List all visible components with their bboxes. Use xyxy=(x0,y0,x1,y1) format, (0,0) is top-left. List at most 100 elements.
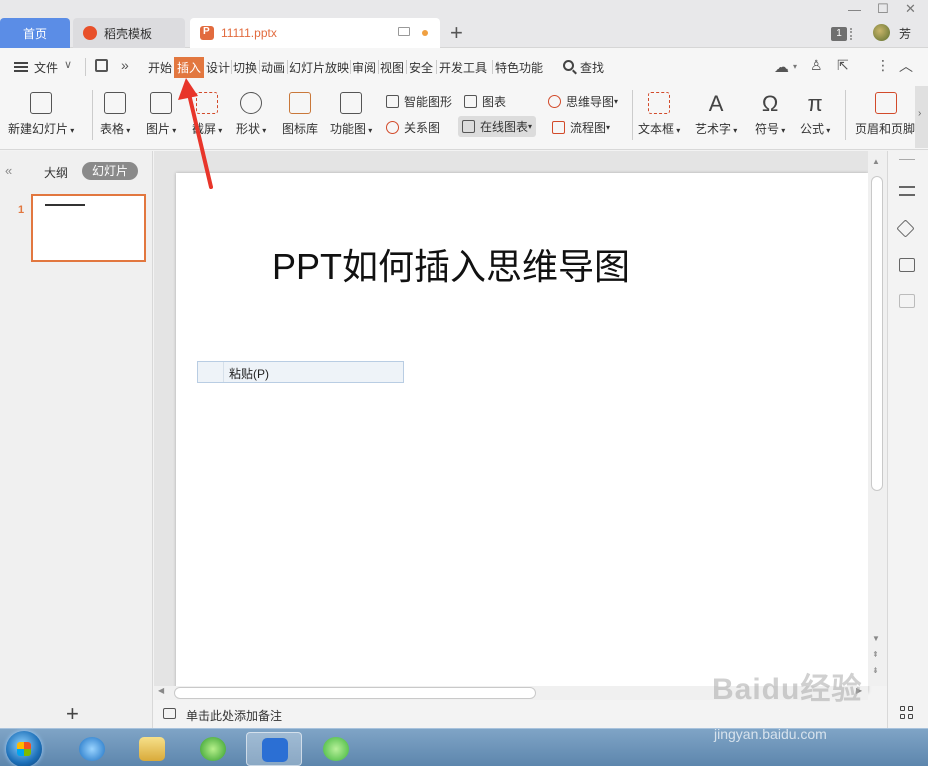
icon-library-button[interactable]: 图标库 xyxy=(282,92,318,137)
new-slide-button[interactable]: 新建幻灯片 ▾ xyxy=(8,92,74,137)
close-icon[interactable]: ✕ xyxy=(905,1,916,17)
screenshot-button[interactable]: 截屏 ▾ xyxy=(192,92,222,137)
vertical-scroll-thumb[interactable] xyxy=(871,176,883,491)
online-chart-button[interactable]: 在线图表 ▾ xyxy=(458,116,537,137)
scroll-left-icon[interactable]: ◀ xyxy=(158,686,164,695)
search-icon[interactable] xyxy=(563,60,574,71)
maximize-icon[interactable]: ☐ xyxy=(877,1,889,17)
scroll-up-icon[interactable]: ▲ xyxy=(872,157,880,166)
relation-chart-button[interactable]: 关系图 xyxy=(386,119,440,136)
grid-view-icon[interactable] xyxy=(900,706,914,720)
textbox-button[interactable]: 文本框 ▾ xyxy=(638,92,680,137)
slide[interactable]: PPT如何插入思维导图 粘贴(P) xyxy=(176,173,868,693)
file-menu[interactable]: 文件 xyxy=(34,59,58,76)
slide-thumbnail[interactable] xyxy=(31,194,146,262)
next-slide-icon[interactable]: ⇟ xyxy=(872,666,879,675)
export-icon[interactable]: ⇱ xyxy=(837,57,849,74)
menu-slideshow[interactable]: 幻灯片放映 xyxy=(289,59,349,76)
tab-document[interactable]: 11111.pptx xyxy=(190,18,440,48)
menu-design[interactable]: 设计 xyxy=(206,59,230,76)
taskbar-ie[interactable] xyxy=(64,732,120,766)
search-button[interactable]: 查找 xyxy=(580,59,604,76)
share-user-icon[interactable]: ♙ xyxy=(810,57,823,74)
divider xyxy=(85,58,86,76)
cloud-dropdown-icon[interactable]: ▾ xyxy=(793,62,797,71)
tab-home[interactable]: 首页 xyxy=(0,18,70,48)
header-footer-label: 页眉和页脚 xyxy=(855,122,915,136)
minimize-icon[interactable]: — xyxy=(848,2,861,17)
cloud-sync-icon[interactable]: ☁ xyxy=(774,58,789,76)
display-icon[interactable] xyxy=(398,27,410,36)
menu-insert[interactable]: 插入 xyxy=(174,57,205,78)
cube-icon[interactable] xyxy=(899,294,915,308)
more-options-icon[interactable]: ⋮ xyxy=(876,57,890,74)
mind-map-button[interactable]: 思维导图 ▾ xyxy=(548,93,618,110)
chevron-right-icon: › xyxy=(918,108,922,119)
menu-developer[interactable]: 开发工具 xyxy=(439,59,487,76)
art-text-button[interactable]: A 艺术字 ▾ xyxy=(695,92,737,137)
divider xyxy=(436,60,437,74)
more-tools-icon[interactable]: » xyxy=(121,57,129,73)
textbox-icon xyxy=(648,92,671,114)
header-footer-button[interactable]: 页眉和页脚 xyxy=(855,92,915,137)
animation-icon[interactable] xyxy=(896,219,915,238)
flow-chart-button[interactable]: 流程图 ▾ xyxy=(552,119,610,136)
divider xyxy=(287,60,288,74)
wechat-icon xyxy=(323,737,349,761)
taskbar-wps[interactable] xyxy=(246,732,302,766)
folder-icon xyxy=(139,737,165,761)
new-tab-button[interactable]: + xyxy=(450,20,463,46)
tab-slides[interactable]: 幻灯片 xyxy=(82,162,139,180)
menu-security[interactable]: 安全 xyxy=(409,59,433,76)
formula-button[interactable]: π 公式 ▾ xyxy=(800,92,830,137)
pi-icon: π xyxy=(807,91,823,116)
add-slide-button[interactable]: + xyxy=(66,701,79,727)
picture-label: 图片 xyxy=(146,122,171,136)
transition-icon[interactable] xyxy=(899,258,915,272)
slide-title[interactable]: PPT如何插入思维导图 xyxy=(272,238,630,290)
notes-placeholder[interactable]: 单击此处添加备注 xyxy=(186,707,282,724)
menu-special-features[interactable]: 特色功能 xyxy=(495,59,543,76)
collapse-pane-icon[interactable]: « xyxy=(5,163,12,178)
smart-graphic-button[interactable]: 智能图形 xyxy=(386,93,452,110)
taskbar-explorer[interactable] xyxy=(124,732,180,766)
window-count-badge[interactable]: 1 xyxy=(831,27,847,41)
menu-animation[interactable]: 动画 xyxy=(261,59,285,76)
menu-view[interactable]: 视图 xyxy=(380,59,404,76)
collapse-ribbon-icon[interactable]: ︿ xyxy=(899,56,913,76)
new-slide-icon xyxy=(30,92,53,114)
start-button[interactable] xyxy=(6,731,42,766)
user-name[interactable]: 芳 xyxy=(899,25,911,42)
avatar[interactable] xyxy=(873,24,890,41)
taskbar-browser[interactable] xyxy=(185,732,241,766)
divider xyxy=(632,90,633,140)
prev-slide-icon[interactable]: ⇞ xyxy=(872,650,879,659)
table-button[interactable]: 表格 ▾ xyxy=(100,92,130,137)
hamburger-menu-icon[interactable] xyxy=(14,62,28,72)
menu-transition[interactable]: 切换 xyxy=(233,59,257,76)
paste-menu-item[interactable]: 粘贴(P) xyxy=(229,365,269,382)
symbol-button[interactable]: Ω 符号 ▾ xyxy=(755,92,785,137)
scroll-down-icon[interactable]: ▼ xyxy=(872,634,880,643)
shape-button[interactable]: 形状 ▾ xyxy=(236,92,266,137)
chart-button[interactable]: 图表 xyxy=(464,93,506,110)
vertical-scrollbar[interactable]: ▲ ▼ ⇞ ⇟ xyxy=(868,151,887,686)
properties-icon[interactable] xyxy=(899,186,915,196)
menu-review[interactable]: 审阅 xyxy=(352,59,376,76)
tab-outline[interactable]: 大纲 xyxy=(44,164,68,181)
picture-button[interactable]: 图片 ▾ xyxy=(146,92,176,137)
menu-start[interactable]: 开始 xyxy=(148,59,172,76)
divider xyxy=(231,60,232,74)
function-chart-button[interactable]: 功能图 ▾ xyxy=(330,92,372,137)
docer-logo-icon xyxy=(83,26,97,40)
ribbon-scroll-right[interactable]: › xyxy=(915,86,928,148)
horizontal-scroll-thumb[interactable] xyxy=(174,687,536,699)
save-icon[interactable] xyxy=(95,59,108,72)
file-menu-chevron-icon[interactable]: ∨ xyxy=(64,58,72,71)
tab-docer-templates[interactable]: 稻壳模板 xyxy=(73,18,185,48)
omega-icon: Ω xyxy=(761,91,779,116)
taskbar-wechat[interactable] xyxy=(308,732,364,766)
relation-chart-label: 关系图 xyxy=(404,121,441,135)
relation-chart-icon xyxy=(386,121,399,134)
window-grid-icon[interactable] xyxy=(850,28,858,40)
